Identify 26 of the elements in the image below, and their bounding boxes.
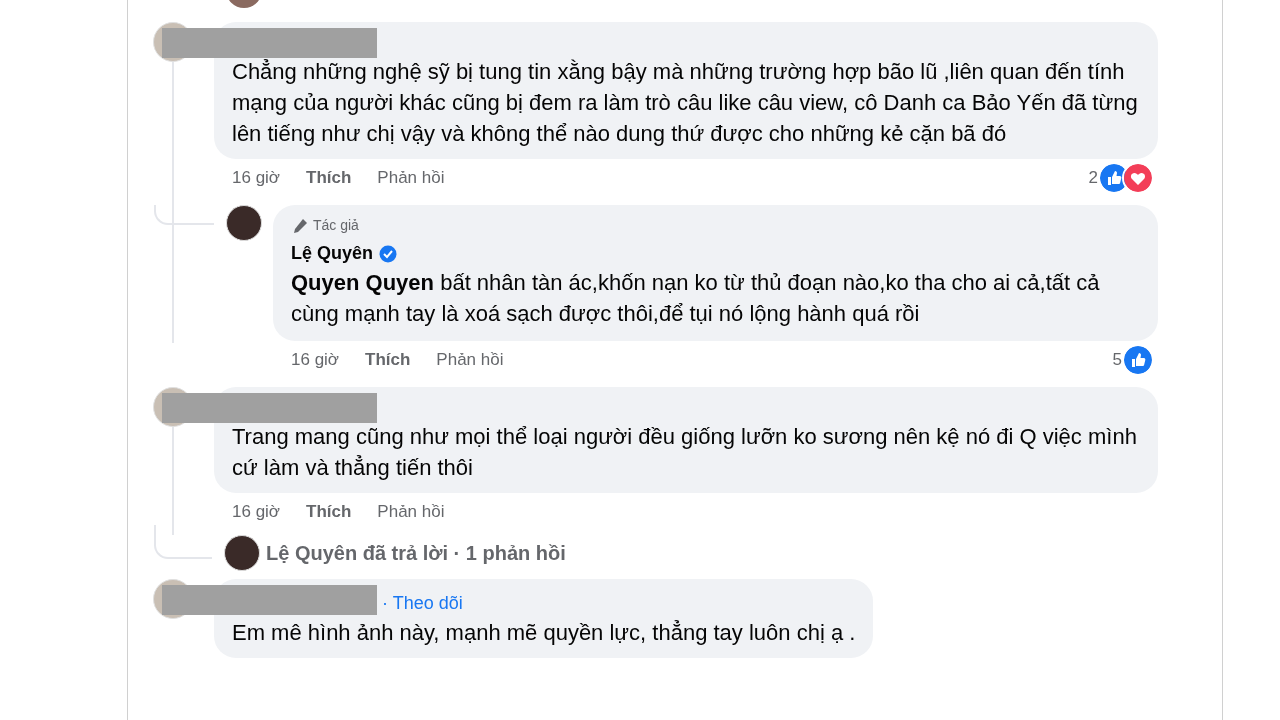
thread-connector bbox=[154, 525, 212, 559]
comment-text: Em mê hình ảnh này, mạnh mẽ quyền lực, thẳng tay luôn chị ạ . bbox=[232, 619, 856, 647]
like-reaction-icon bbox=[1124, 346, 1152, 374]
reply-link[interactable]: Phản hồi bbox=[377, 165, 445, 191]
reply-link[interactable]: Phản hồi bbox=[377, 499, 445, 525]
comment-text: Quyen Quyen bất nhân tàn ác,khốn nạn ko từ thủ đoạn nào,ko tha cho ai cả,tất cả cùng mạnh tay là xoá sạch được thôi,để tụi nó lộng hành quá rồi bbox=[291, 269, 1101, 328]
reaction-count: 2 bbox=[1088, 167, 1098, 190]
comment-time: 16 giờ bbox=[232, 501, 280, 524]
reaction-count: 5 bbox=[1112, 349, 1122, 372]
author-name[interactable]: Lệ Quyên bbox=[291, 240, 374, 267]
like-link[interactable]: Thích bbox=[306, 165, 352, 191]
comment-text: Trang mang cũng như mọi thể loại người đều giống lưỡn ko sương nên kệ nó đi Q việc mình cứ làm và thẳng tiến thôi bbox=[232, 423, 1138, 482]
comment-time: 16 giờ bbox=[232, 167, 280, 190]
reply-link[interactable]: Phản hồi bbox=[436, 347, 504, 373]
pencil-icon bbox=[291, 216, 309, 235]
view-replies-link[interactable]: Lệ Quyên đã trả lời · 1 phản hồi bbox=[266, 538, 566, 568]
avatar[interactable] bbox=[226, 205, 262, 241]
like-link[interactable]: Thích bbox=[306, 499, 352, 525]
like-link[interactable]: Thích bbox=[365, 347, 411, 373]
like-reaction-icon bbox=[1100, 164, 1128, 192]
comment-time: 16 giờ bbox=[291, 349, 339, 372]
follow-link[interactable]: · Theo dõi bbox=[382, 589, 463, 617]
heart-reaction-icon bbox=[1124, 164, 1152, 192]
author-label: Tác giả bbox=[313, 216, 359, 235]
avatar[interactable] bbox=[224, 535, 260, 571]
comment-text: Chẳng những nghệ sỹ bị tung tin xằng bậy mà những trường hợp bão lũ ,liên quan đến tính mạng của người khác cũng bị đem ra làm trò câu like câu view, cô Danh ca Bảo Yến đã từng lên tiếng như chị vậy và không thể nào dung thứ được cho những kẻ cặn bã đó bbox=[232, 58, 1139, 148]
